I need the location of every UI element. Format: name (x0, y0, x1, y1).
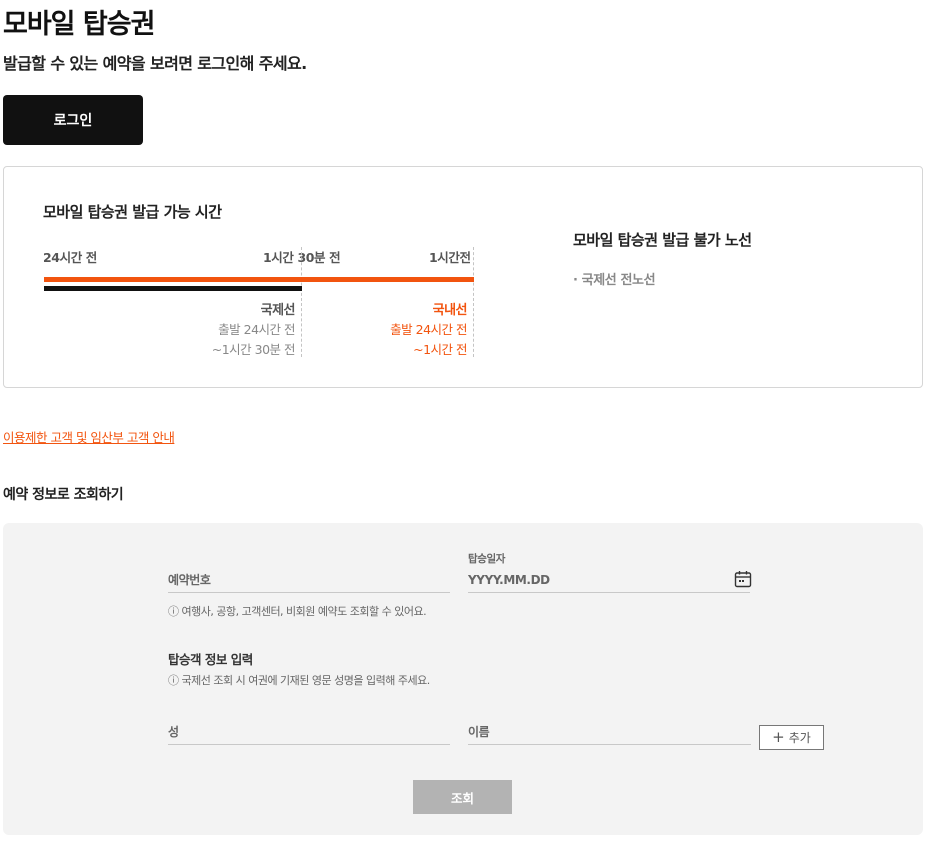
booking-lookup-form: ⓘ 여행사, 공항, 고객센터, 비회원 예약도 조회할 수 있어요. 탑승일자… (3, 523, 923, 835)
plus-icon: + (772, 728, 785, 746)
add-passenger-button[interactable]: + 추가 (759, 725, 824, 750)
first-name-input[interactable] (468, 719, 751, 744)
date-field (468, 567, 752, 593)
date-label: 탑승일자 (468, 553, 506, 565)
calendar-icon[interactable] (734, 570, 752, 588)
domestic-timeline-bar (44, 277, 474, 282)
add-passenger-label: 추가 (788, 731, 811, 745)
international-start: 출발 24시간 전 (218, 322, 295, 337)
unavailable-routes-title: 모바일 탑승권 발급 불가 노선 (573, 231, 752, 249)
domestic-end: ~1시간 전 (413, 342, 467, 357)
booking-number-field (168, 567, 450, 593)
search-button[interactable]: 조회 (413, 780, 512, 814)
international-timeline-bar (44, 286, 302, 291)
timeline-label-1h: 1시간전 (429, 250, 471, 265)
lookup-section-title: 예약 정보로 조회하기 (3, 487, 124, 503)
last-name-input[interactable] (168, 719, 450, 744)
last-name-field (168, 719, 450, 745)
unavailable-route-item: · 국제선 전노선 (573, 273, 656, 288)
domestic-label: 국내선 (432, 303, 468, 318)
date-input[interactable] (468, 567, 750, 592)
booking-number-input[interactable] (168, 567, 450, 592)
passenger-info-heading: 탑승객 정보 입력 (168, 652, 253, 667)
availability-title: 모바일 탑승권 발급 가능 시간 (43, 203, 222, 221)
international-end: ~1시간 30분 전 (211, 342, 296, 357)
page-title: 모바일 탑승권 (3, 9, 155, 40)
passenger-hint: ⓘ 국제선 조회 시 여권에 기재된 영문 성명을 입력해 주세요. (168, 674, 430, 687)
timeline-divider-international (301, 247, 302, 357)
timeline-label-24h: 24시간 전 (43, 250, 97, 265)
first-name-field (468, 719, 751, 745)
availability-info-box: 모바일 탑승권 발급 가능 시간 24시간 전 1시간 30분 전 1시간전 국… (3, 166, 923, 388)
restricted-customer-guide-link[interactable]: 이용제한 고객 및 임산부 고객 안내 (3, 427, 175, 446)
international-label: 국제선 (260, 303, 296, 318)
booking-hint: ⓘ 여행사, 공항, 고객센터, 비회원 예약도 조회할 수 있어요. (168, 605, 427, 618)
timeline-divider-domestic (473, 247, 474, 357)
domestic-start: 출발 24시간 전 (390, 322, 467, 337)
page-subtitle: 발급할 수 있는 예약을 보려면 로그인해 주세요. (3, 54, 307, 73)
login-button[interactable]: 로그인 (3, 95, 143, 145)
